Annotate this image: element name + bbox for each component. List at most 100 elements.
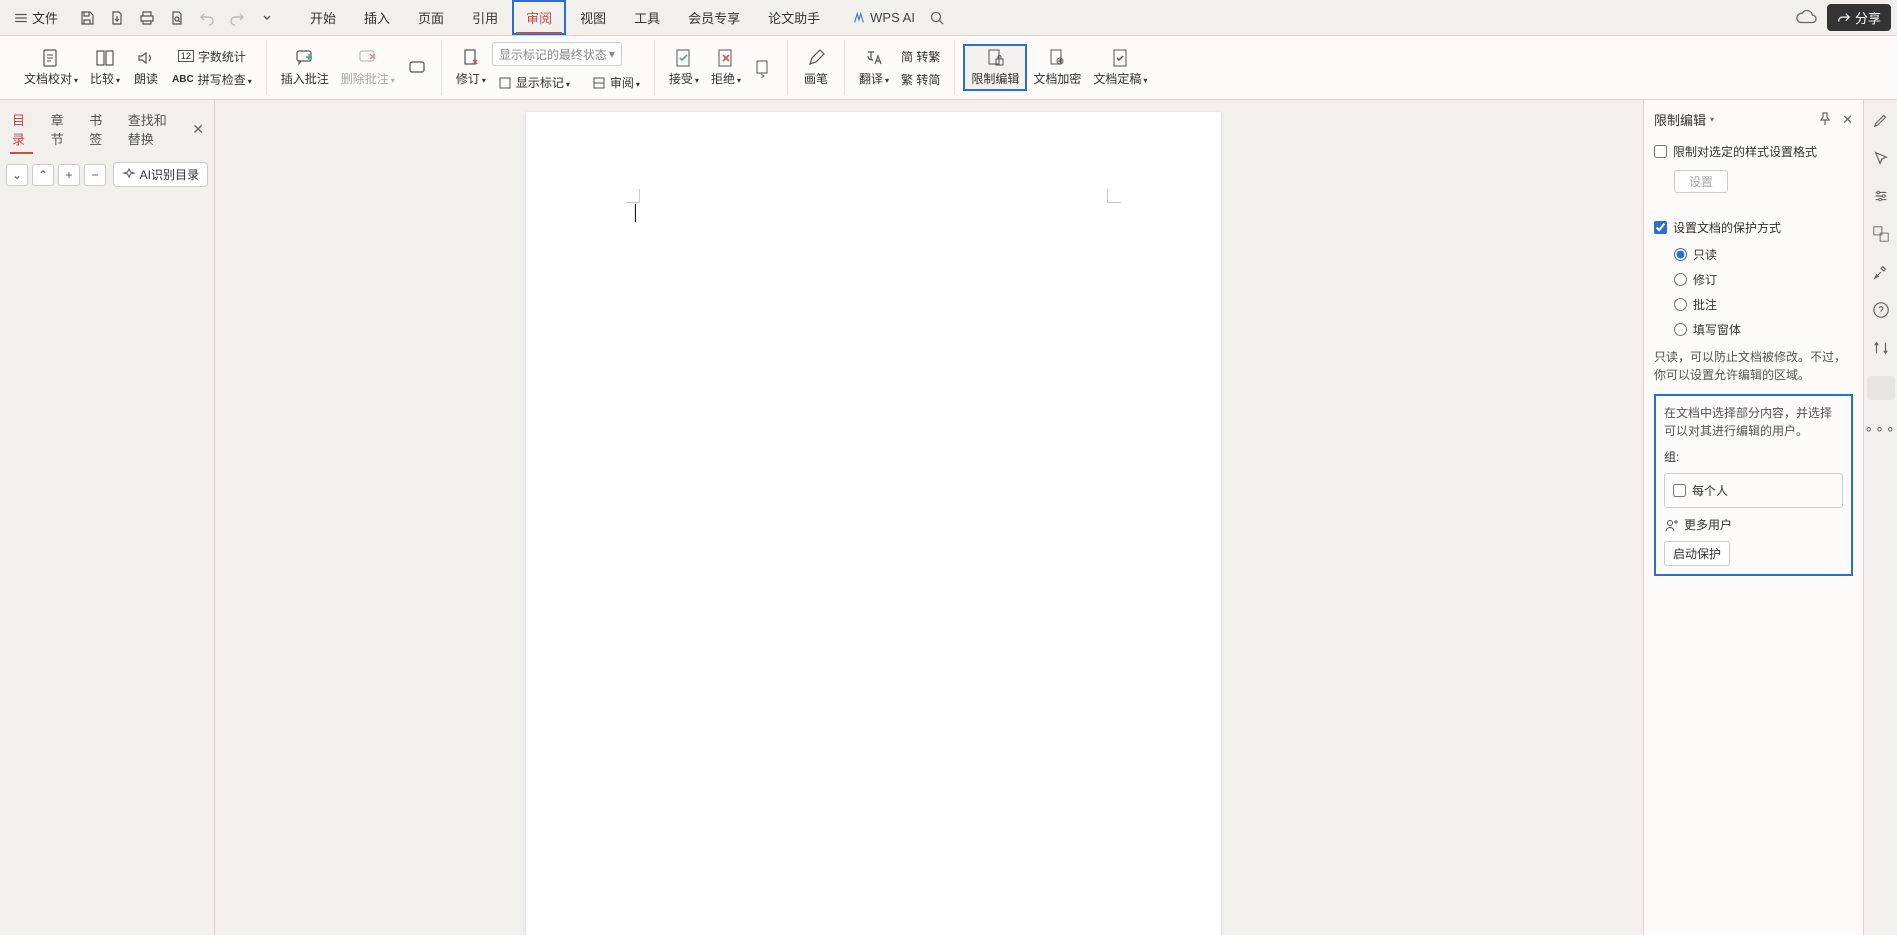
radio-revise[interactable]: 修订 bbox=[1674, 271, 1853, 288]
share-button[interactable]: 分享 bbox=[1827, 4, 1891, 31]
outline-collapse-button[interactable]: ⌃ bbox=[32, 164, 54, 186]
document-canvas[interactable] bbox=[215, 100, 1643, 935]
outline-add-button[interactable]: + bbox=[58, 164, 80, 186]
radio-form[interactable]: 填写窗体 bbox=[1674, 321, 1853, 338]
radio-readonly[interactable]: 只读 bbox=[1674, 246, 1853, 263]
output-icon[interactable] bbox=[108, 9, 126, 27]
side-translate-icon[interactable] bbox=[1871, 224, 1891, 244]
side-pen-icon[interactable] bbox=[1871, 110, 1891, 130]
everyone-checkbox[interactable] bbox=[1673, 484, 1686, 497]
side-toolbar: ∘∘∘ bbox=[1863, 100, 1897, 935]
word-count-button[interactable]: 12 字数统计 bbox=[166, 46, 258, 67]
doc-check-button[interactable]: 文档校对▾ bbox=[18, 46, 84, 89]
side-settings-icon[interactable] bbox=[1871, 186, 1891, 206]
review-pane-button[interactable]: 审阅▾ bbox=[586, 72, 646, 93]
comment-pane-icon bbox=[407, 58, 427, 78]
lp-tab-findreplace[interactable]: 查找和替换 bbox=[120, 106, 182, 152]
tab-thesis[interactable]: 论文助手 bbox=[754, 0, 834, 35]
restrict-style-checkbox[interactable] bbox=[1654, 145, 1667, 158]
tab-reference[interactable]: 引用 bbox=[458, 0, 512, 35]
lp-tab-bookmark[interactable]: 书签 bbox=[81, 106, 116, 152]
comment-pane-button[interactable] bbox=[401, 56, 433, 80]
spell-check-icon: ABC bbox=[172, 74, 194, 85]
side-help-icon[interactable] bbox=[1871, 300, 1891, 320]
close-icon[interactable]: ✕ bbox=[1842, 112, 1853, 128]
pen-button[interactable]: 画笔 bbox=[796, 46, 836, 89]
delete-comment-button[interactable]: 删除批注▾ bbox=[335, 46, 401, 89]
page-margin-corner bbox=[626, 189, 640, 203]
compare-button[interactable]: 比较▾ bbox=[84, 46, 126, 89]
quick-access-toolbar bbox=[78, 9, 276, 27]
preview-icon[interactable] bbox=[168, 9, 186, 27]
lp-tab-chapter[interactable]: 章节 bbox=[43, 106, 78, 152]
finalize-icon bbox=[1110, 48, 1130, 68]
undo-icon[interactable] bbox=[198, 9, 216, 27]
reject-icon bbox=[716, 48, 736, 68]
style-settings-button[interactable]: 设置 bbox=[1674, 170, 1728, 193]
read-aloud-button[interactable]: 朗读 bbox=[126, 46, 166, 89]
revise-icon bbox=[461, 48, 481, 68]
radio-comment[interactable]: 批注 bbox=[1674, 296, 1853, 313]
spell-check-button[interactable]: ABC 拼写检查▾ bbox=[166, 69, 258, 90]
tab-start[interactable]: 开始 bbox=[296, 0, 350, 35]
tab-page[interactable]: 页面 bbox=[404, 0, 458, 35]
lp-tab-outline[interactable]: 目录 bbox=[4, 106, 39, 152]
side-lock-icon[interactable] bbox=[1867, 376, 1895, 400]
restrict-edit-button[interactable]: 限制编辑 bbox=[963, 44, 1027, 91]
print-icon[interactable] bbox=[138, 9, 156, 27]
revise-button[interactable]: 修订▾ bbox=[450, 46, 492, 89]
next-change-button[interactable] bbox=[747, 56, 779, 80]
side-select-icon[interactable] bbox=[1871, 148, 1891, 168]
tab-insert[interactable]: 插入 bbox=[350, 0, 404, 35]
redo-icon[interactable] bbox=[228, 9, 246, 27]
protect-method-checkbox-row[interactable]: 设置文档的保护方式 bbox=[1654, 219, 1853, 236]
insert-comment-button[interactable]: 插入批注 bbox=[275, 46, 335, 89]
doc-encrypt-button[interactable]: 文档加密 bbox=[1027, 46, 1087, 89]
side-more-icon[interactable]: ∘∘∘ bbox=[1871, 418, 1891, 438]
tab-member[interactable]: 会员专享 bbox=[674, 0, 754, 35]
chevron-down-icon[interactable]: ▾ bbox=[1710, 115, 1714, 124]
user-add-icon bbox=[1664, 518, 1678, 532]
more-users-link[interactable]: 更多用户 bbox=[1664, 516, 1843, 533]
outline-expand-button[interactable]: ⌄ bbox=[6, 164, 28, 186]
search-icon[interactable] bbox=[929, 10, 945, 26]
outline-remove-button[interactable]: − bbox=[84, 164, 106, 186]
next-change-icon bbox=[753, 58, 773, 78]
minus-icon: − bbox=[91, 168, 98, 182]
pen-icon bbox=[806, 48, 826, 68]
side-tools-icon[interactable] bbox=[1871, 262, 1891, 282]
tab-review[interactable]: 审阅 bbox=[512, 0, 566, 35]
cloud-icon[interactable] bbox=[1795, 6, 1819, 30]
translate-button[interactable]: 翻译▾ bbox=[853, 46, 895, 89]
translate-icon bbox=[864, 48, 884, 68]
ai-outline-button[interactable]: AI识别目录 bbox=[113, 162, 208, 187]
plus-icon: + bbox=[65, 168, 72, 182]
right-panel-title: 限制编辑 bbox=[1654, 110, 1706, 129]
document-page[interactable] bbox=[526, 112, 1221, 935]
right-panel-restrict-edit: 限制编辑 ▾ ✕ 限制对选定的样式设置格式 设置 设置文档的保护方式 只读 修订… bbox=[1643, 100, 1863, 935]
doc-finalize-button[interactable]: 文档定稿▾ bbox=[1087, 46, 1153, 89]
pin-icon[interactable] bbox=[1818, 112, 1832, 128]
save-icon[interactable] bbox=[78, 9, 96, 27]
file-menu[interactable]: 文件 bbox=[6, 4, 66, 31]
start-protect-button[interactable]: 启动保护 bbox=[1664, 541, 1730, 566]
body: 目录 章节 书签 查找和替换 ✕ ⌄ ⌃ + − AI识别目录 限制编辑 ▾ bbox=[0, 100, 1897, 935]
qat-dropdown-icon[interactable] bbox=[258, 9, 276, 27]
wps-ai-entry[interactable]: WPS AI bbox=[852, 10, 915, 25]
tab-tools[interactable]: 工具 bbox=[620, 0, 674, 35]
ribbon: 文档校对▾ 比较▾ 朗读 12 字数统计 ABC 拼写检查▾ 插入批注 bbox=[0, 36, 1897, 100]
reject-button[interactable]: 拒绝▾ bbox=[705, 46, 747, 89]
everyone-checkbox-row[interactable]: 每个人 bbox=[1673, 482, 1834, 499]
doc-check-icon bbox=[41, 48, 61, 68]
side-layout-icon[interactable] bbox=[1871, 338, 1891, 358]
accept-button[interactable]: 接受▾ bbox=[663, 46, 705, 89]
compare-icon bbox=[95, 48, 115, 68]
restrict-style-checkbox-row[interactable]: 限制对选定的样式设置格式 bbox=[1654, 143, 1853, 160]
trad-to-simp-button[interactable]: 繁 转简 bbox=[895, 69, 946, 90]
left-panel-close[interactable]: ✕ bbox=[186, 121, 210, 138]
tab-view[interactable]: 视图 bbox=[566, 0, 620, 35]
simp-to-trad-button[interactable]: 简 转繁 bbox=[895, 46, 946, 67]
show-markup-button[interactable]: 显示标记▾ bbox=[492, 72, 576, 93]
markup-display-select[interactable]: 显示标记的最终状态 ▾ bbox=[492, 42, 622, 66]
protect-method-checkbox[interactable] bbox=[1654, 221, 1667, 234]
